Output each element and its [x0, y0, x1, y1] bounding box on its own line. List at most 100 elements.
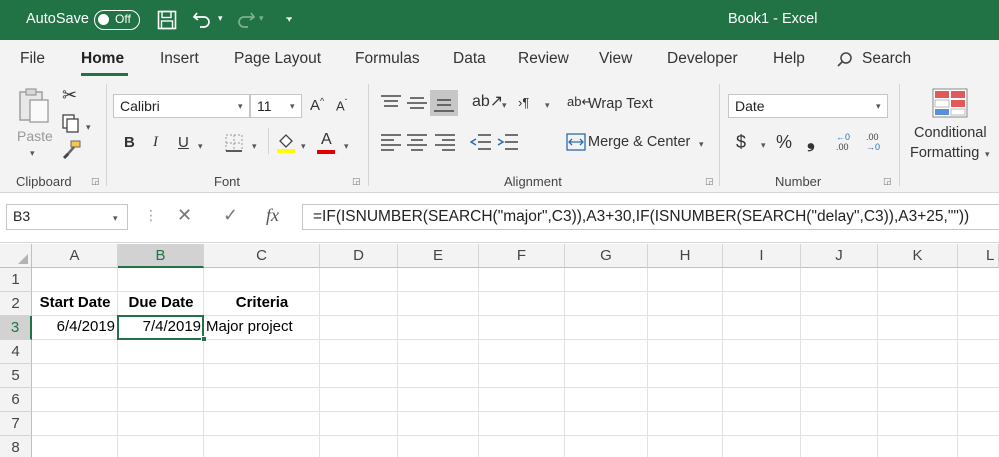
row-header-6[interactable]: 6	[0, 388, 32, 412]
paste-icon[interactable]	[16, 86, 52, 126]
percent-button[interactable]: %	[776, 132, 792, 153]
cell-b2[interactable]: Due Date	[118, 291, 204, 315]
undo-dropdown-icon[interactable]: ▾	[218, 13, 223, 24]
column-header-e[interactable]: E	[398, 244, 479, 268]
column-header-c[interactable]: C	[204, 244, 320, 268]
paste-label[interactable]: Paste	[17, 128, 53, 144]
middle-align-icon[interactable]	[406, 94, 428, 112]
decrease-decimal-button[interactable]: .00 →0	[866, 132, 890, 154]
format-painter-icon[interactable]	[62, 140, 82, 160]
align-left-icon[interactable]	[380, 133, 402, 151]
column-header-k[interactable]: K	[878, 244, 958, 268]
bottom-align-button[interactable]	[430, 90, 458, 116]
number-launcher-icon[interactable]: ◲	[883, 176, 892, 187]
column-header-l[interactable]: L	[958, 244, 999, 268]
row-header-3[interactable]: 3	[0, 316, 32, 340]
paste-dropdown-icon[interactable]: ▾	[30, 148, 35, 159]
column-header-j[interactable]: J	[801, 244, 878, 268]
text-direction-dropdown-icon[interactable]: ▾	[545, 100, 550, 111]
tab-insert[interactable]: Insert	[160, 50, 199, 68]
tab-view[interactable]: View	[599, 50, 632, 68]
search-tab[interactable]: Search	[862, 50, 911, 68]
row-header-8[interactable]: 8	[0, 436, 32, 457]
underline-dropdown-icon[interactable]: ▾	[198, 141, 203, 152]
currency-dropdown-icon[interactable]: ▾	[761, 140, 766, 151]
merge-center-icon[interactable]	[566, 133, 586, 151]
grow-font-button[interactable]: A^	[310, 96, 324, 114]
tab-data[interactable]: Data	[453, 50, 486, 68]
column-header-f[interactable]: F	[479, 244, 565, 268]
italic-button[interactable]: I	[153, 134, 158, 151]
cut-icon[interactable]: ✂	[62, 86, 77, 104]
enter-icon[interactable]: ✓	[223, 205, 238, 226]
copy-dropdown-icon[interactable]: ▾	[86, 122, 91, 133]
save-icon[interactable]	[157, 10, 177, 30]
formula-input[interactable]: =IF(ISNUMBER(SEARCH("major",C3)),A3+30,I…	[302, 204, 999, 230]
font-name-dropdown-icon[interactable]: ▾	[238, 101, 243, 112]
name-box-dropdown-icon[interactable]: ▾	[113, 213, 118, 224]
number-format-dropdown-icon[interactable]: ▾	[876, 101, 881, 112]
comma-style-button[interactable]: ❟	[807, 130, 815, 153]
column-header-a[interactable]: A	[32, 244, 118, 268]
conditional-formatting-icon[interactable]	[932, 88, 968, 118]
bold-button[interactable]: B	[124, 134, 135, 151]
orientation-icon[interactable]: ab↗	[472, 94, 503, 110]
alignment-launcher-icon[interactable]: ◲	[705, 176, 714, 187]
tab-file[interactable]: File	[20, 50, 45, 68]
font-launcher-icon[interactable]: ◲	[352, 176, 361, 187]
tab-home[interactable]: Home	[81, 50, 124, 68]
row-header-1[interactable]: 1	[0, 268, 32, 292]
align-right-icon[interactable]	[434, 133, 456, 151]
fill-handle[interactable]	[201, 336, 207, 342]
number-format-select[interactable]: Date	[728, 94, 888, 118]
tab-formulas[interactable]: Formulas	[355, 50, 420, 68]
cell-a2[interactable]: Start Date	[32, 291, 118, 315]
wrap-text-button[interactable]: Wrap Text	[588, 96, 653, 112]
insert-function-icon[interactable]: fx	[266, 205, 279, 226]
cell-a3[interactable]: 6/4/2019	[32, 315, 118, 339]
conditional-formatting-label-2[interactable]: Formatting	[910, 145, 979, 161]
tab-developer[interactable]: Developer	[667, 50, 738, 68]
orientation-dropdown-icon[interactable]: ▾	[502, 100, 507, 111]
borders-dropdown-icon[interactable]: ▾	[252, 141, 257, 152]
fill-color-icon[interactable]	[276, 132, 296, 154]
increase-indent-icon[interactable]	[497, 133, 519, 151]
borders-icon[interactable]	[224, 133, 244, 153]
underline-button[interactable]: U	[178, 134, 189, 151]
cancel-icon[interactable]: ✕	[177, 205, 192, 226]
customize-qat-caret-icon[interactable]: ▾	[287, 14, 292, 25]
text-direction-icon[interactable]: ›¶	[518, 96, 529, 109]
shrink-font-button[interactable]: Aˇ	[336, 98, 347, 113]
clipboard-launcher-icon[interactable]: ◲	[91, 176, 100, 187]
font-name-select[interactable]: Calibri	[113, 94, 250, 118]
font-color-button[interactable]: A	[321, 131, 332, 149]
column-header-h[interactable]: H	[648, 244, 723, 268]
column-header-i[interactable]: I	[723, 244, 801, 268]
column-header-g[interactable]: G	[565, 244, 648, 268]
column-header-b[interactable]: B	[118, 244, 204, 268]
column-header-d[interactable]: D	[320, 244, 398, 268]
search-icon[interactable]	[836, 51, 854, 69]
currency-button[interactable]: $	[736, 132, 746, 153]
row-header-4[interactable]: 4	[0, 340, 32, 364]
conditional-formatting-dropdown-icon[interactable]: ▾	[985, 149, 990, 160]
autosave-toggle[interactable]: Off	[94, 10, 140, 30]
cell-c3[interactable]: Major project	[206, 315, 320, 339]
font-color-dropdown-icon[interactable]: ▾	[344, 141, 349, 152]
fill-color-dropdown-icon[interactable]: ▾	[301, 141, 306, 152]
row-header-7[interactable]: 7	[0, 412, 32, 436]
increase-decimal-button[interactable]: ←0 .00	[836, 132, 860, 154]
select-all-button[interactable]	[0, 244, 32, 268]
row-header-2[interactable]: 2	[0, 292, 32, 316]
merge-center-button[interactable]: Merge & Center	[588, 134, 690, 150]
top-align-icon[interactable]	[380, 94, 402, 112]
tab-page-layout[interactable]: Page Layout	[234, 50, 321, 68]
decrease-indent-icon[interactable]	[470, 133, 492, 151]
undo-icon[interactable]	[192, 9, 214, 29]
name-box[interactable]: B3	[6, 204, 128, 230]
copy-icon[interactable]	[62, 114, 80, 134]
formula-bar-handle-icon[interactable]: ⋮	[144, 207, 158, 224]
tab-review[interactable]: Review	[518, 50, 569, 68]
cell-c2[interactable]: Criteria	[204, 291, 320, 315]
conditional-formatting-label-1[interactable]: Conditional	[914, 125, 987, 141]
